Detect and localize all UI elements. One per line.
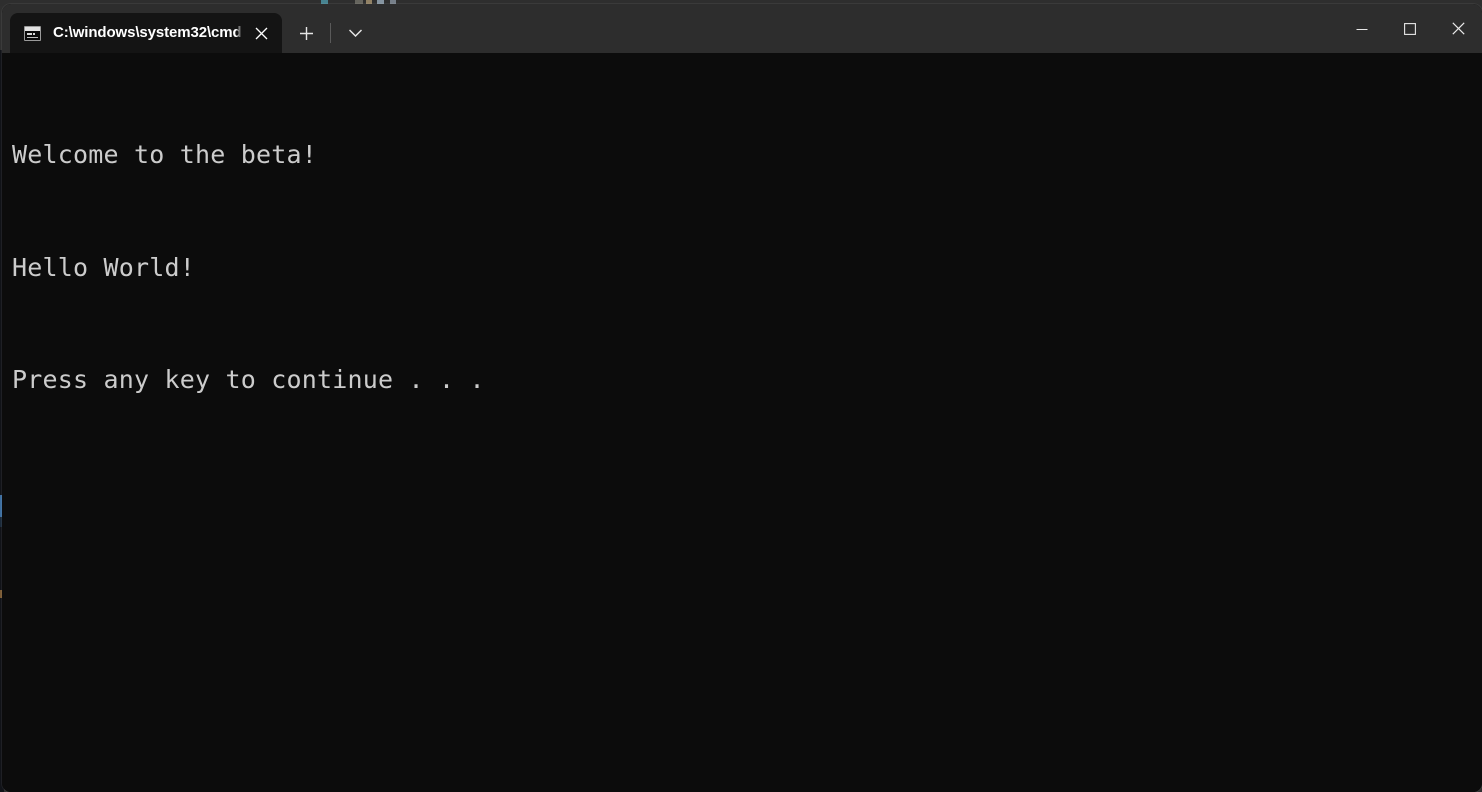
terminal-line: Hello World! xyxy=(12,252,196,282)
minimize-icon[interactable] xyxy=(1338,4,1386,53)
terminal-line: Welcome to the beta! xyxy=(12,140,318,169)
maximize-icon[interactable] xyxy=(1386,4,1434,53)
terminal-line: Press any key to continue . . . xyxy=(12,365,485,394)
tab-actions xyxy=(286,13,375,53)
close-icon[interactable] xyxy=(1434,4,1482,53)
window-controls xyxy=(1338,4,1482,53)
tab-cmd[interactable]: C:\windows\system32\cmd.ex xyxy=(10,13,282,53)
chevron-down-icon[interactable] xyxy=(335,16,375,50)
cmd-console-icon xyxy=(24,25,41,41)
terminal-output: Welcome to the beta! Hello World! Press … xyxy=(12,61,1482,474)
tab-strip: C:\windows\system32\cmd.ex xyxy=(2,4,375,53)
tab-title: C:\windows\system32\cmd.ex xyxy=(53,24,242,41)
title-bar[interactable]: C:\windows\system32\cmd.ex xyxy=(2,4,1482,53)
new-tab-button[interactable] xyxy=(286,16,326,50)
terminal-window: C:\windows\system32\cmd.ex Welcome to th… xyxy=(2,4,1482,792)
terminal-content-area[interactable]: Welcome to the beta! Hello World! Press … xyxy=(2,53,1482,792)
close-icon[interactable] xyxy=(244,16,278,50)
tab-actions-divider xyxy=(330,23,331,43)
